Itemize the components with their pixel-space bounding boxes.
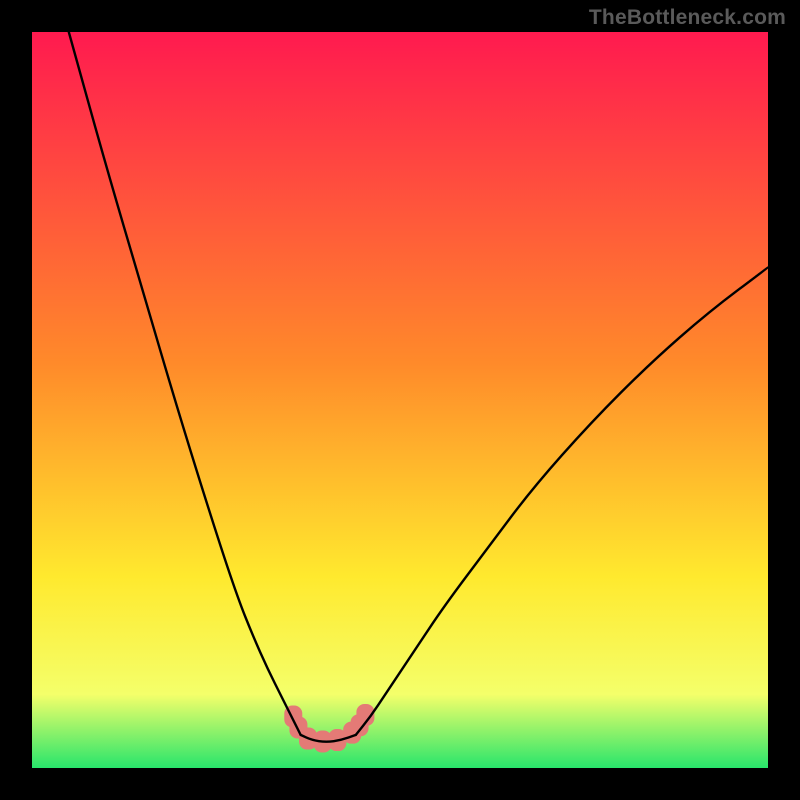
- chart-frame: TheBottleneck.com: [0, 0, 800, 800]
- plot-area: [32, 32, 768, 768]
- watermark-text: TheBottleneck.com: [589, 6, 786, 30]
- chart-svg: [32, 32, 768, 768]
- gradient-background: [32, 32, 768, 768]
